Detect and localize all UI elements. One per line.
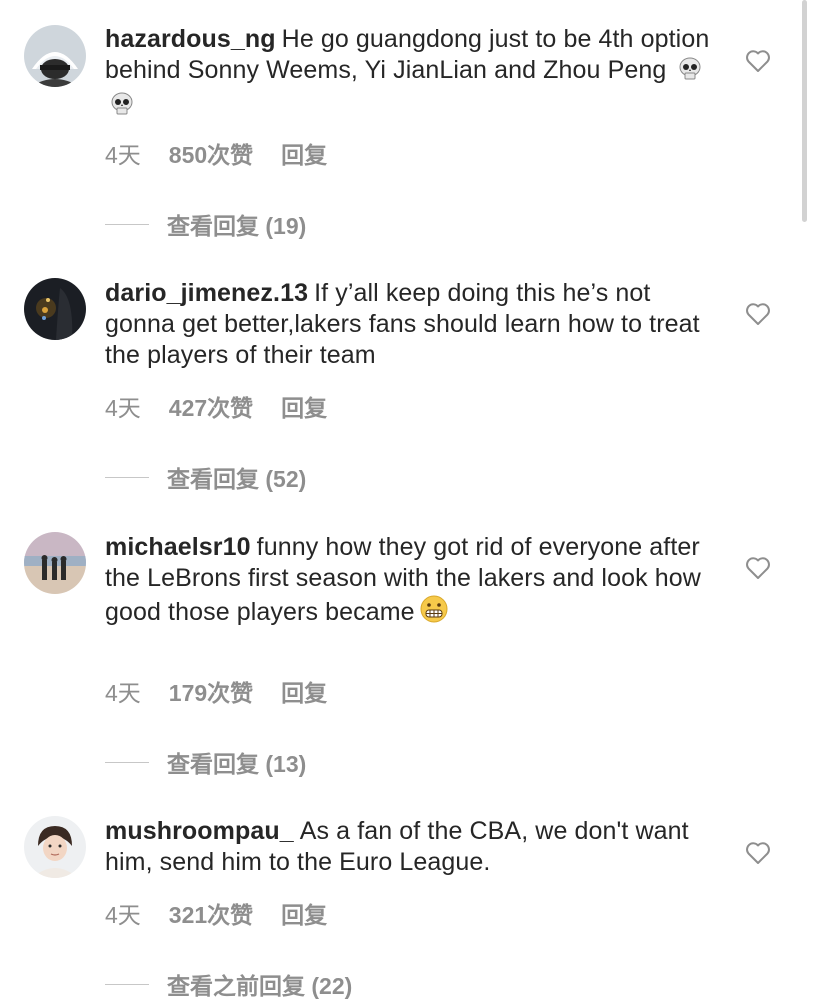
likes-count[interactable]: 321次赞 (169, 896, 253, 930)
view-replies-button[interactable]: 查看回复 (52) (105, 460, 306, 494)
username[interactable]: hazardous_ng (105, 25, 276, 53)
reply-button[interactable]: 回复 (281, 896, 327, 930)
reply-button[interactable]: 回复 (281, 136, 327, 170)
view-replies-label: 查看回复 (13) (167, 751, 307, 777)
like-heart-icon[interactable] (745, 49, 771, 73)
divider-line (105, 983, 149, 985)
comment-meta: 4天 321次赞 回复 (105, 896, 327, 930)
view-replies-button[interactable]: 查看之前回复 (22) (105, 967, 352, 1001)
view-replies-label: 查看之前回复 (22) (167, 973, 353, 999)
divider-line (105, 476, 149, 478)
like-heart-icon[interactable] (745, 302, 771, 326)
timestamp: 4天 (105, 395, 141, 421)
username[interactable]: mushroompau_ (105, 817, 294, 845)
comment-meta: 4天 179次赞 回复 (105, 674, 327, 708)
like-heart-icon[interactable] (745, 556, 771, 580)
comment-meta: 4天 850次赞 回复 (105, 136, 327, 170)
comment-body: michaelsr10 funny how they got rid of eve… (105, 532, 725, 632)
divider-line (105, 223, 149, 225)
likes-count[interactable]: 850次赞 (169, 136, 253, 170)
comment-meta: 4天 427次赞 回复 (105, 389, 327, 423)
divider-line (105, 761, 149, 763)
comment-body: mushroompau_ As a fan of the CBA, we don'… (105, 816, 725, 878)
timestamp: 4天 (105, 680, 141, 706)
scrollbar[interactable] (802, 0, 807, 222)
comment-body: hazardous_ng He go guangdong just to be 4… (105, 24, 725, 125)
view-replies-label: 查看回复 (19) (167, 213, 307, 239)
comment-body: dario_jimenez.13 If y’all keep doing this… (105, 278, 725, 371)
timestamp: 4天 (105, 902, 141, 928)
likes-count[interactable]: 179次赞 (169, 674, 253, 708)
username[interactable]: michaelsr10 (105, 533, 251, 561)
grimacing-face-emoji (419, 594, 449, 632)
view-replies-label: 查看回复 (52) (167, 466, 307, 492)
username[interactable]: dario_jimenez.13 (105, 279, 308, 307)
likes-count[interactable]: 427次赞 (169, 389, 253, 423)
reply-button[interactable]: 回复 (281, 674, 327, 708)
like-heart-icon[interactable] (745, 841, 771, 865)
skull-emoji (677, 56, 703, 90)
avatar[interactable] (24, 816, 86, 878)
avatar[interactable] (24, 278, 86, 340)
view-replies-button[interactable]: 查看回复 (19) (105, 207, 306, 241)
avatar[interactable] (24, 532, 86, 594)
view-replies-button[interactable]: 查看回复 (13) (105, 745, 306, 779)
skull-emoji (109, 91, 135, 125)
avatar[interactable] (24, 25, 86, 87)
reply-button[interactable]: 回复 (281, 389, 327, 423)
timestamp: 4天 (105, 142, 141, 168)
